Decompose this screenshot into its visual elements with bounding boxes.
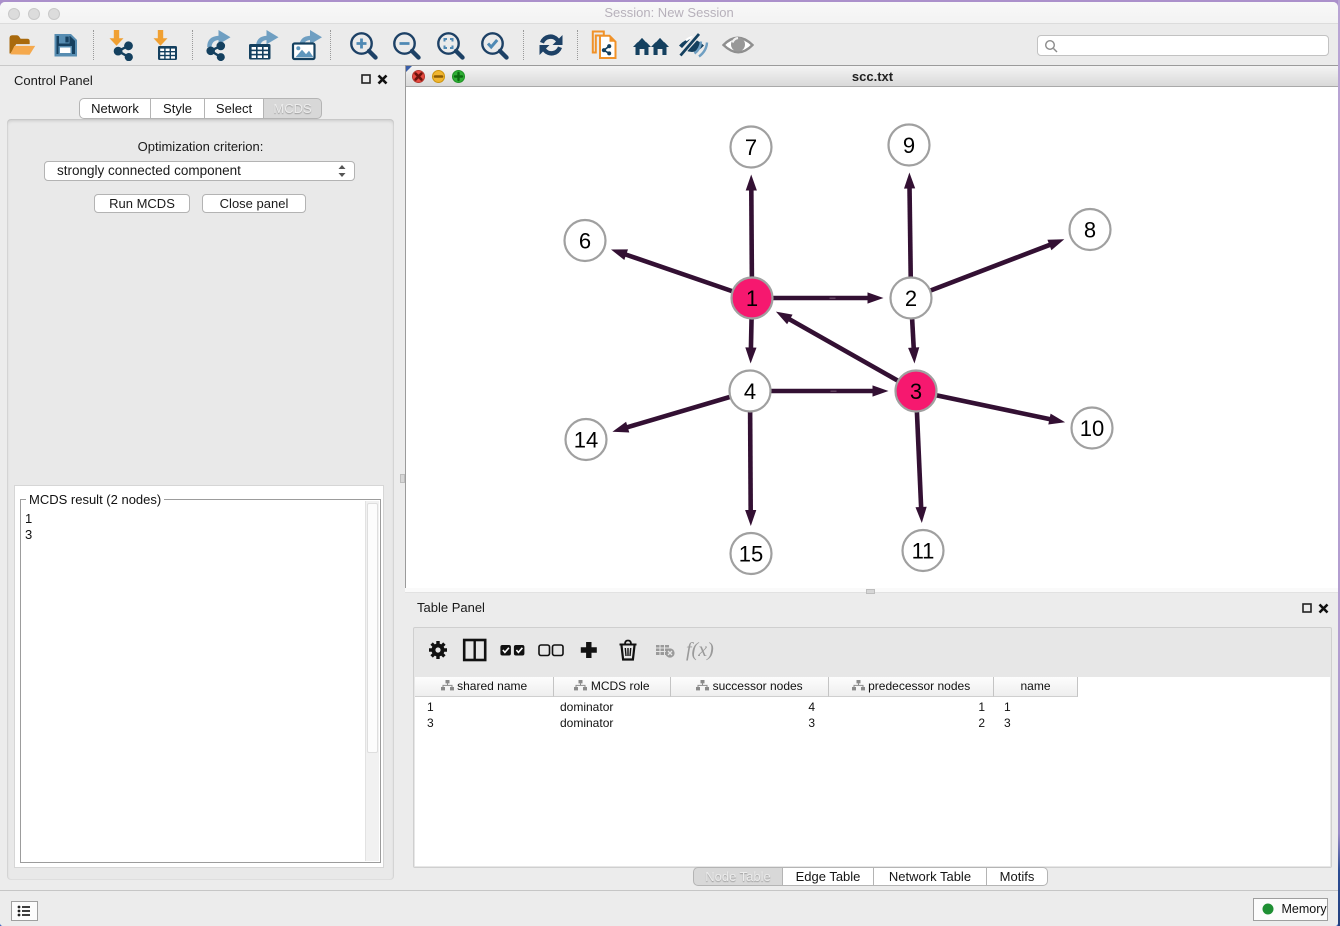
svg-text:9: 9 [903,133,915,158]
svg-text:14: 14 [574,428,598,453]
svg-text:15: 15 [739,542,763,567]
svg-text:3: 3 [910,379,922,404]
svg-text:7: 7 [745,135,757,160]
svg-text:4: 4 [744,379,756,404]
svg-text:1: 1 [746,286,758,311]
svg-text:f(x): f(x) [686,639,714,661]
svg-text:10: 10 [1080,416,1104,441]
svg-text:2: 2 [905,286,917,311]
svg-text:11: 11 [912,539,935,564]
svg-text:6: 6 [579,229,591,254]
svg-text:8: 8 [1084,218,1096,243]
